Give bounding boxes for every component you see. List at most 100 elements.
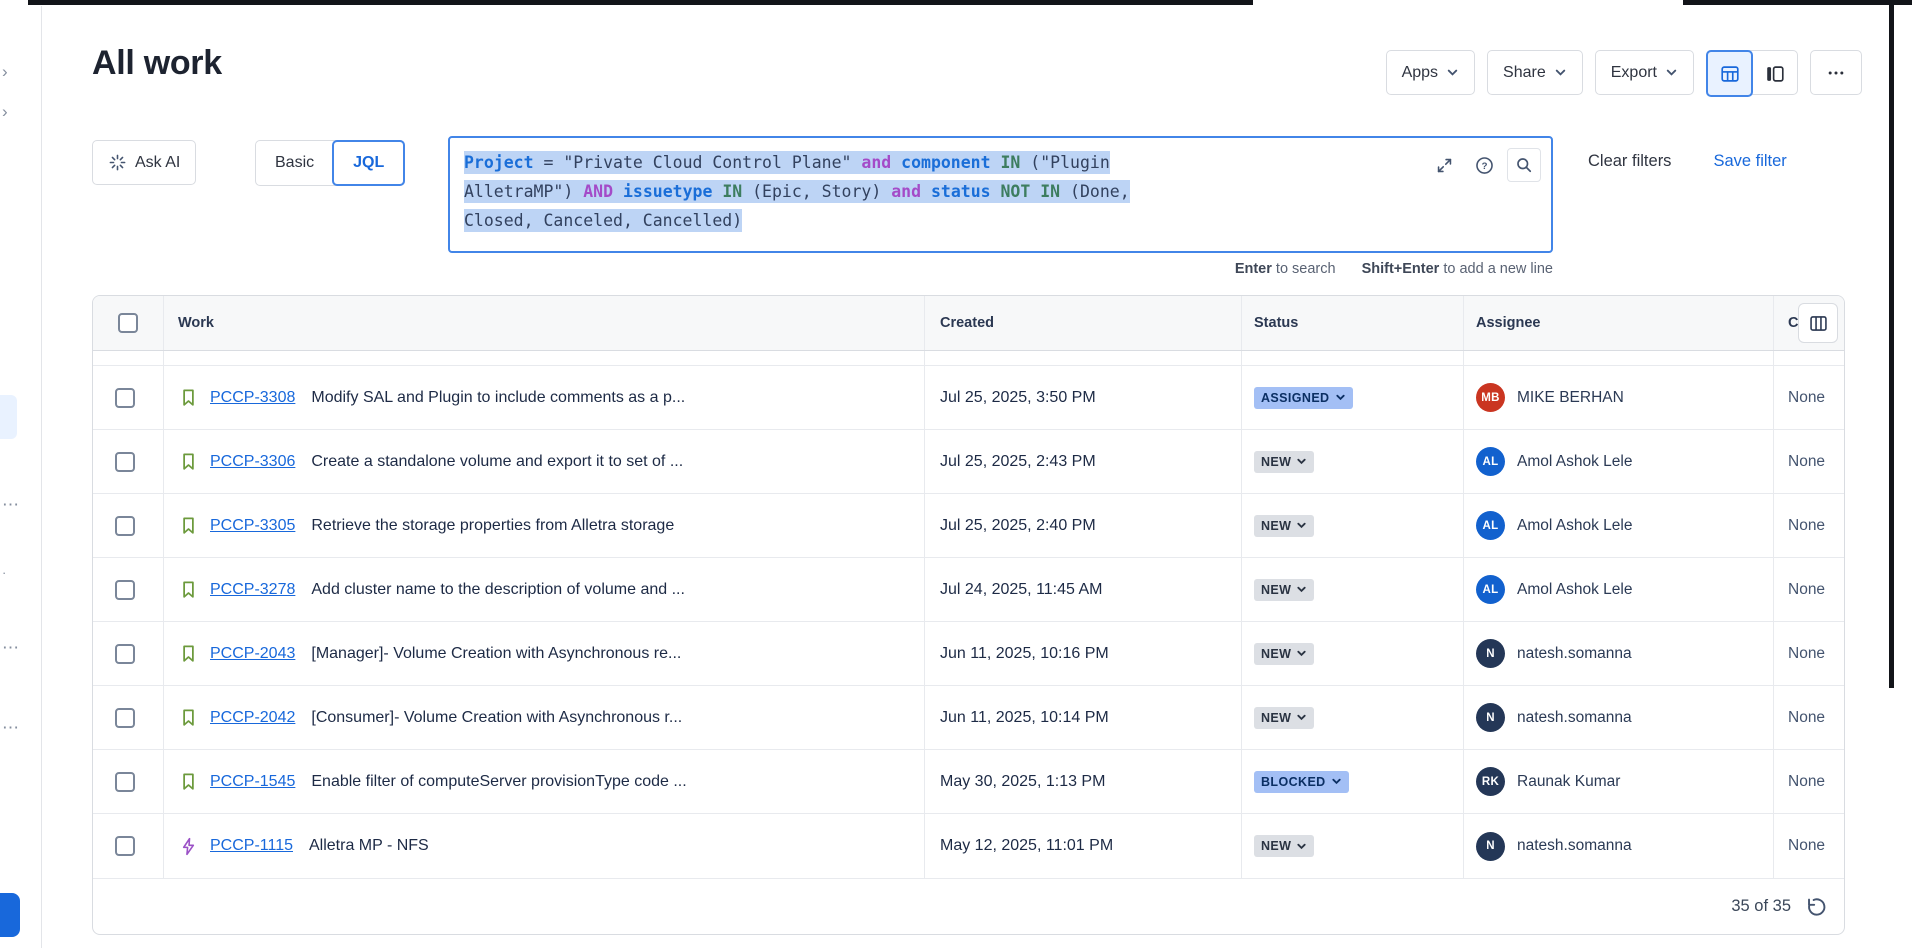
- row-checkbox[interactable]: [115, 452, 135, 472]
- assignee-name: MIKE BERHAN: [1517, 389, 1624, 407]
- jql-line: Project = "Private Cloud Control Plane" …: [464, 148, 1537, 177]
- status-badge[interactable]: ASSIGNED: [1254, 387, 1353, 409]
- save-filter-link[interactable]: Save filter: [1713, 152, 1786, 171]
- table-footer: 35 of 35: [93, 878, 1844, 934]
- jql-query-input[interactable]: Project = "Private Cloud Control Plane" …: [448, 136, 1553, 253]
- list-view-toggle[interactable]: [1706, 50, 1753, 97]
- filter-actions: Clear filters Save filter: [1588, 152, 1787, 171]
- issue-key-link[interactable]: PCCP-3305: [210, 517, 295, 535]
- syntax-help-icon[interactable]: ?: [1467, 148, 1501, 182]
- detail-view-toggle[interactable]: [1752, 51, 1797, 96]
- avatar: AL: [1476, 447, 1505, 476]
- table-row[interactable]: PCCP-1115Alletra MP - NFSMay 12, 2025, 1…: [93, 814, 1844, 878]
- issue-key-link[interactable]: PCCP-2042: [210, 709, 295, 727]
- assignee-name: Raunak Kumar: [1517, 773, 1620, 791]
- row-checkbox[interactable]: [115, 388, 135, 408]
- export-button[interactable]: Export: [1595, 50, 1694, 95]
- issue-summary: Create a standalone volume and export it…: [311, 453, 683, 471]
- status-badge[interactable]: NEW: [1254, 643, 1314, 665]
- issue-key-link[interactable]: PCCP-1115: [210, 837, 293, 855]
- column-header-clipped-label: C: [1788, 315, 1798, 331]
- sidebar-item[interactable]: ·: [2, 565, 6, 580]
- sidebar-divider: [41, 6, 42, 948]
- row-checkbox[interactable]: [115, 580, 135, 600]
- row-checkbox[interactable]: [115, 836, 135, 856]
- issue-key-link[interactable]: PCCP-1545: [210, 773, 295, 791]
- status-badge[interactable]: NEW: [1254, 451, 1314, 473]
- sidebar-chevron-icon[interactable]: ›: [2, 62, 8, 82]
- sidebar-item[interactable]: ⋯: [2, 495, 19, 515]
- share-button[interactable]: Share: [1487, 50, 1583, 95]
- ask-ai-button[interactable]: Ask AI: [92, 140, 196, 185]
- status-badge[interactable]: BLOCKED: [1254, 771, 1349, 793]
- table-row[interactable]: PCCP-3305 Retrieve the storage properties…: [93, 494, 1844, 558]
- sidebar-chevron-icon[interactable]: ›: [2, 102, 8, 122]
- chevron-down-icon: [1296, 520, 1307, 531]
- clear-filters-button[interactable]: Clear filters: [1588, 152, 1671, 171]
- extra-column-cell: None: [1773, 430, 1844, 493]
- sidebar-create-button[interactable]: [0, 893, 20, 937]
- avatar: N: [1476, 639, 1505, 668]
- assignee-name: natesh.somanna: [1517, 645, 1632, 663]
- extra-column-cell: None: [1773, 750, 1844, 813]
- select-all-checkbox[interactable]: [118, 313, 138, 333]
- table-row[interactable]: PCCP-3278Add cluster name to the descrip…: [93, 558, 1844, 622]
- jql-mode-tab[interactable]: JQL: [332, 140, 405, 186]
- status-badge[interactable]: NEW: [1254, 835, 1314, 857]
- refresh-button[interactable]: [1805, 895, 1828, 918]
- columns-icon: [1808, 313, 1829, 334]
- status-badge[interactable]: NEW: [1254, 707, 1314, 729]
- column-header-status[interactable]: Status: [1241, 296, 1463, 350]
- configure-columns-button[interactable]: [1798, 303, 1838, 343]
- story-icon: [178, 387, 199, 408]
- issue-key-link[interactable]: PCCP-2043: [210, 645, 295, 663]
- row-checkbox[interactable]: [115, 516, 135, 536]
- expand-editor-icon[interactable]: [1427, 148, 1461, 182]
- apps-button[interactable]: Apps: [1386, 50, 1475, 95]
- table-row[interactable]: PCCP-1545Enable filter of computeServer …: [93, 750, 1844, 814]
- column-header-created[interactable]: Created: [924, 296, 1241, 350]
- avatar: RK: [1476, 767, 1505, 796]
- run-search-icon[interactable]: [1507, 148, 1541, 182]
- issue-summary: Retrieve the storage properties from All…: [311, 517, 674, 535]
- table-row[interactable]: PCCP-2042[Consumer]- Volume Creation wit…: [93, 686, 1844, 750]
- column-header-work[interactable]: Work: [163, 296, 924, 350]
- created-cell: Jul 24, 2025, 11:45 AM: [924, 558, 1241, 621]
- sidebar-item[interactable]: ⋯: [2, 718, 19, 738]
- table-row[interactable]: PCCP-3308 Modify SAL and Plugin to includ…: [93, 366, 1844, 430]
- issue-summary: Alletra MP - NFS: [309, 837, 429, 855]
- created-cell: Jun 11, 2025, 10:14 PM: [924, 686, 1241, 749]
- jql-input-actions: ?: [1427, 148, 1541, 182]
- chevron-down-icon: [1296, 584, 1307, 595]
- jql-line: Closed, Canceled, Cancelled): [464, 206, 1537, 235]
- row-checkbox[interactable]: [115, 708, 135, 728]
- svg-text:?: ?: [1481, 161, 1487, 172]
- row-checkbox[interactable]: [115, 644, 135, 664]
- avatar: AL: [1476, 575, 1505, 604]
- sidebar-selected-item[interactable]: [0, 395, 17, 439]
- table-row[interactable]: PCCP-3306 Create a standalone volume and …: [93, 430, 1844, 494]
- row-checkbox[interactable]: [115, 772, 135, 792]
- assignee-name: natesh.somanna: [1517, 709, 1632, 727]
- column-header-clipped[interactable]: C: [1773, 296, 1844, 350]
- basic-mode-tab[interactable]: Basic: [256, 141, 333, 185]
- created-cell: May 30, 2025, 1:13 PM: [924, 750, 1241, 813]
- table-body: PCCP-3308 Modify SAL and Plugin to includ…: [93, 366, 1844, 878]
- chevron-down-icon: [1296, 712, 1307, 723]
- issue-key-link[interactable]: PCCP-3306: [210, 453, 295, 471]
- sidebar-item[interactable]: ⋯: [2, 638, 19, 658]
- hint-shift-key: Shift+Enter: [1362, 261, 1440, 277]
- hint-enter-text: to search: [1272, 261, 1336, 277]
- issue-key-link[interactable]: PCCP-3308: [210, 389, 295, 407]
- status-badge[interactable]: NEW: [1254, 579, 1314, 601]
- table-row[interactable]: PCCP-2043[Manager]- Volume Creation with…: [93, 622, 1844, 686]
- more-options-button[interactable]: [1810, 50, 1862, 95]
- extra-column-cell: None: [1773, 814, 1844, 878]
- issue-summary: Modify SAL and Plugin to include comment…: [311, 389, 685, 407]
- extra-column-cell: None: [1773, 686, 1844, 749]
- issue-key-link[interactable]: PCCP-3278: [210, 581, 295, 599]
- column-header-assignee[interactable]: Assignee: [1463, 296, 1773, 350]
- status-badge[interactable]: NEW: [1254, 515, 1314, 537]
- avatar: N: [1476, 703, 1505, 732]
- avatar: MB: [1476, 383, 1505, 412]
